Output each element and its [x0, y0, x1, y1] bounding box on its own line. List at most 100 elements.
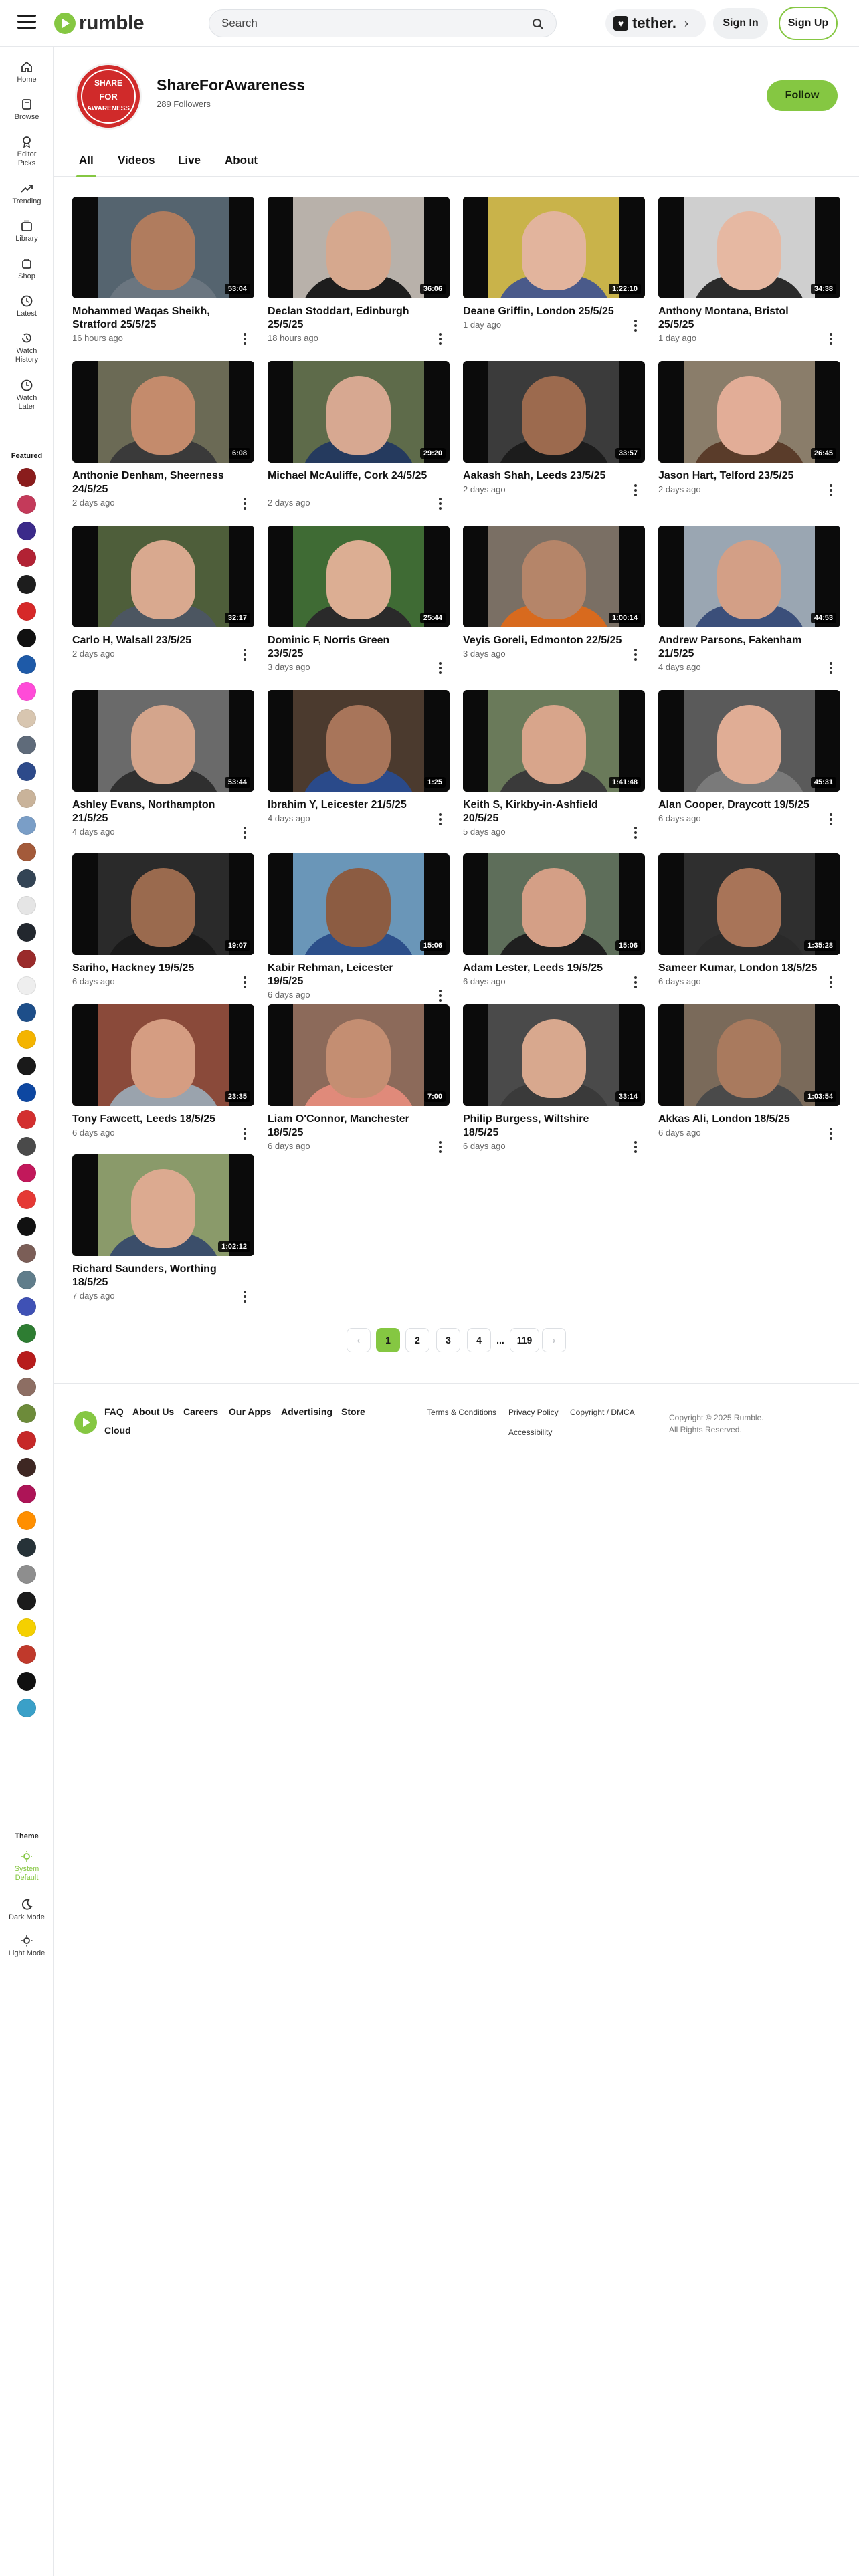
featured-channel-avatar[interactable]	[17, 548, 36, 567]
featured-channel-avatar[interactable]	[17, 1003, 36, 1022]
featured-channel-avatar[interactable]	[17, 762, 36, 781]
video-title[interactable]: Aakash Shah, Leeds 23/5/25	[463, 469, 624, 483]
featured-channel-avatar[interactable]	[17, 1164, 36, 1182]
video-title[interactable]: Deane Griffin, London 25/5/25	[463, 305, 624, 318]
more-options-icon[interactable]	[438, 333, 443, 345]
video-title[interactable]: Mohammed Waqas Sheikh, Stratford 25/5/25	[72, 305, 233, 332]
video-thumbnail[interactable]: 1:41:48	[463, 690, 645, 792]
more-options-icon[interactable]	[242, 333, 248, 345]
sidebar-item-watch-history[interactable]: Watch History	[0, 332, 54, 364]
video-card[interactable]: 1:00:14 Veyis Goreli, Edmonton 22/5/25 3 d…	[463, 526, 645, 679]
search-icon[interactable]	[532, 18, 544, 30]
featured-channel-avatar[interactable]	[17, 736, 36, 754]
more-options-icon[interactable]	[438, 498, 443, 510]
sidebar-item-library[interactable]: Library	[0, 219, 54, 243]
video-title[interactable]: Philip Burgess, Wiltshire 18/5/25	[463, 1113, 624, 1140]
video-title[interactable]: Jason Hart, Telford 23/5/25	[658, 469, 819, 483]
featured-channel-avatar[interactable]	[17, 522, 36, 540]
video-title[interactable]: Kabir Rehman, Leicester 19/5/25	[268, 962, 428, 988]
more-options-icon[interactable]	[242, 1128, 248, 1140]
video-title[interactable]: Liam O'Connor, Manchester 18/5/25	[268, 1113, 428, 1140]
more-options-icon[interactable]	[242, 976, 248, 988]
featured-channel-avatar[interactable]	[17, 843, 36, 861]
sidebar-item-browse[interactable]: Browse	[0, 98, 54, 122]
featured-channel-avatar[interactable]	[17, 575, 36, 594]
featured-channel-avatar[interactable]	[17, 869, 36, 888]
more-options-icon[interactable]	[438, 662, 443, 674]
video-thumbnail[interactable]: 53:44	[72, 690, 254, 792]
more-options-icon[interactable]	[633, 649, 638, 661]
sidebar-item-home[interactable]: Home	[0, 60, 54, 84]
video-thumbnail[interactable]: 36:06	[268, 197, 450, 298]
video-card[interactable]: 44:53 Andrew Parsons, Fakenham 21/5/25 4 d…	[658, 526, 840, 679]
video-card[interactable]: 33:14 Philip Burgess, Wiltshire 18/5/25 6 …	[463, 1004, 645, 1158]
featured-channel-avatar[interactable]	[17, 655, 36, 674]
featured-channel-avatar[interactable]	[17, 976, 36, 995]
featured-channel-avatar[interactable]	[17, 1645, 36, 1664]
footer-link-privacy[interactable]: Privacy Policy	[508, 1408, 559, 1417]
featured-channel-avatar[interactable]	[17, 468, 36, 487]
featured-channel-avatar[interactable]	[17, 1431, 36, 1450]
page-button-1[interactable]: 1	[376, 1328, 400, 1352]
video-card[interactable]: 1:35:28 Sameer Kumar, London 18/5/25 6 day…	[658, 853, 840, 1007]
video-title[interactable]: Dominic F, Norris Green 23/5/25	[268, 634, 428, 661]
video-thumbnail[interactable]: 7:00	[268, 1004, 450, 1106]
video-title[interactable]: Michael McAuliffe, Cork 24/5/25	[268, 469, 428, 483]
video-thumbnail[interactable]: 25:44	[268, 526, 450, 627]
page-button-3[interactable]: 3	[436, 1328, 460, 1352]
video-title[interactable]: Anthony Montana, Bristol 25/5/25	[658, 305, 819, 332]
more-options-icon[interactable]	[828, 662, 834, 674]
featured-channel-avatar[interactable]	[17, 1378, 36, 1396]
channel-avatar[interactable]: SHARE FOR AWARENESS	[75, 63, 142, 130]
video-thumbnail[interactable]: 29:20	[268, 361, 450, 463]
video-card[interactable]: 23:35 Tony Fawcett, Leeds 18/5/25 6 days a…	[72, 1004, 254, 1158]
footer-link-faq[interactable]: FAQ	[104, 1406, 124, 1417]
video-title[interactable]: Sameer Kumar, London 18/5/25	[658, 962, 819, 975]
video-thumbnail[interactable]: 33:57	[463, 361, 645, 463]
video-title[interactable]: Sariho, Hackney 19/5/25	[72, 962, 233, 975]
featured-channel-avatar[interactable]	[17, 1485, 36, 1503]
featured-channel-avatar[interactable]	[17, 629, 36, 647]
video-title[interactable]: Ibrahim Y, Leicester 21/5/25	[268, 798, 428, 812]
featured-channel-avatar[interactable]	[17, 1511, 36, 1530]
more-options-icon[interactable]	[438, 990, 443, 1002]
video-card[interactable]: 26:45 Jason Hart, Telford 23/5/25 2 days a…	[658, 361, 840, 515]
footer-link-careers[interactable]: Careers	[183, 1406, 218, 1417]
video-card[interactable]: 33:57 Aakash Shah, Leeds 23/5/25 2 days ag…	[463, 361, 645, 515]
more-options-icon[interactable]	[828, 484, 834, 496]
footer-link-advertising[interactable]: Advertising	[281, 1406, 332, 1417]
featured-channel-avatar[interactable]	[17, 923, 36, 942]
tab-live[interactable]: Live	[178, 144, 201, 177]
video-title[interactable]: Ashley Evans, Northampton 21/5/25	[72, 798, 233, 825]
video-card[interactable]: 1:25 Ibrahim Y, Leicester 21/5/25 4 days a…	[268, 690, 450, 844]
more-options-icon[interactable]	[828, 976, 834, 988]
video-title[interactable]: Tony Fawcett, Leeds 18/5/25	[72, 1113, 233, 1126]
rumble-logo[interactable]: rumble	[54, 11, 145, 36]
footer-link-terms[interactable]: Terms & Conditions	[427, 1408, 496, 1417]
featured-channel-avatar[interactable]	[17, 1404, 36, 1423]
sidebar-item-watch-later[interactable]: Watch Later	[0, 379, 54, 411]
video-card[interactable]: 36:06 Declan Stoddart, Edinburgh 25/5/25 1…	[268, 197, 450, 350]
sidebar-item-trending[interactable]: Trending	[0, 182, 54, 206]
video-thumbnail[interactable]: 1:22:10	[463, 197, 645, 298]
more-options-icon[interactable]	[242, 498, 248, 510]
featured-channel-avatar[interactable]	[17, 896, 36, 915]
video-title[interactable]: Adam Lester, Leeds 19/5/25	[463, 962, 624, 975]
rumble-footer-logo-icon[interactable]	[74, 1410, 98, 1434]
follow-button[interactable]: Follow	[767, 80, 838, 111]
footer-link-about-us[interactable]: About Us	[132, 1406, 174, 1417]
featured-channel-avatar[interactable]	[17, 1271, 36, 1289]
video-card[interactable]: 15:06 Kabir Rehman, Leicester 19/5/25 6 da…	[268, 853, 450, 1007]
featured-channel-avatar[interactable]	[17, 1458, 36, 1477]
video-title[interactable]: Keith S, Kirkby-in-Ashfield 20/5/25	[463, 798, 624, 825]
video-thumbnail[interactable]: 1:25	[268, 690, 450, 792]
video-title[interactable]: Alan Cooper, Draycott 19/5/25	[658, 798, 819, 812]
tether-promo[interactable]: ♥ tether. ›	[605, 9, 706, 37]
video-thumbnail[interactable]: 6:08	[72, 361, 254, 463]
video-title[interactable]: Declan Stoddart, Edinburgh 25/5/25	[268, 305, 428, 332]
video-thumbnail[interactable]: 34:38	[658, 197, 840, 298]
video-card[interactable]: 32:17 Carlo H, Walsall 23/5/25 2 days ago	[72, 526, 254, 679]
video-thumbnail[interactable]: 1:02:12	[72, 1154, 254, 1256]
video-thumbnail[interactable]: 15:06	[463, 853, 645, 955]
video-card[interactable]: 53:04 Mohammed Waqas Sheikh, Stratford 25…	[72, 197, 254, 350]
